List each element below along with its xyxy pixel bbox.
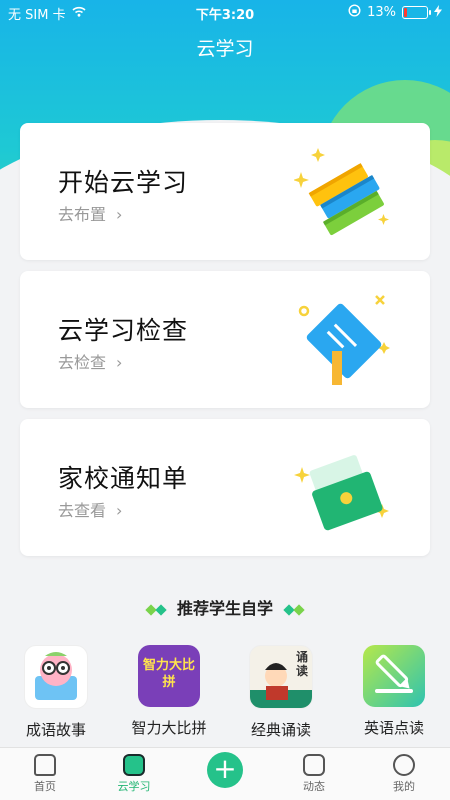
status-bar: 无 SIM 卡 下午3:20 13% xyxy=(0,0,450,24)
home-icon xyxy=(34,754,56,776)
books-icon xyxy=(294,148,389,236)
charging-icon xyxy=(434,4,442,21)
recommend-section-title: 推荐学生自学 xyxy=(0,595,450,619)
chevron-right-icon: › xyxy=(116,501,123,520)
app-english-reading[interactable]: 英语点读 xyxy=(349,645,439,738)
tab-label: 云学习 xyxy=(117,780,151,793)
app-name: 经典诵读 xyxy=(250,721,311,739)
profile-icon xyxy=(393,754,415,776)
home-school-notice-card[interactable]: 家校通知单 去查看 › xyxy=(20,419,430,556)
brain-contest-icon-text: 智力大比拼 xyxy=(142,658,195,690)
feed-icon xyxy=(303,754,325,776)
tab-feed[interactable]: 动态 xyxy=(279,754,349,794)
envelope-icon xyxy=(294,455,389,531)
classic-reading-icon-text: 诵读 xyxy=(295,650,308,678)
recommend-app-list: 成语故事 智力大比拼 智力大比拼 诵读 经典诵读 英语点读 xyxy=(0,645,450,740)
app-name: 成语故事 xyxy=(25,721,86,739)
app-name: 英语点读 xyxy=(363,719,424,737)
checklist-icon xyxy=(298,295,390,385)
card-link-label: 去查看 xyxy=(58,501,107,520)
recommend-title-text: 推荐学生自学 xyxy=(176,599,273,618)
cloud-study-icon xyxy=(123,754,145,776)
page-title: 云学习 xyxy=(196,38,254,60)
tab-label: 动态 xyxy=(303,780,325,793)
english-reading-icon xyxy=(363,645,425,707)
card-title: 家校通知单 xyxy=(58,464,189,493)
card-title: 开始云学习 xyxy=(58,168,189,197)
card-link[interactable]: 去查看 › xyxy=(58,497,122,521)
idiom-story-icon xyxy=(24,645,88,709)
card-title: 云学习检查 xyxy=(58,316,189,345)
chevron-right-icon: › xyxy=(116,205,123,224)
bottom-tab-bar: 首页 云学习 + 动态 我的 xyxy=(0,747,450,800)
app-brain-contest[interactable]: 智力大比拼 智力大比拼 xyxy=(124,645,214,738)
tab-cloud-study[interactable]: 云学习 xyxy=(99,754,169,794)
tab-profile[interactable]: 我的 xyxy=(369,754,439,794)
diamond-icon xyxy=(155,604,167,616)
tab-label: 我的 xyxy=(393,780,415,793)
chevron-right-icon: › xyxy=(116,353,123,372)
tab-home[interactable]: 首页 xyxy=(10,754,80,794)
tab-label: 首页 xyxy=(34,780,56,793)
classic-reading-icon: 诵读 xyxy=(249,645,313,709)
card-link[interactable]: 去检查 › xyxy=(58,349,122,373)
add-button[interactable]: + xyxy=(207,752,243,788)
brain-contest-icon: 智力大比拼 xyxy=(138,645,200,707)
start-study-card[interactable]: 开始云学习 去布置 › xyxy=(20,123,430,260)
rotation-lock-icon xyxy=(348,4,361,21)
app-name: 智力大比拼 xyxy=(131,719,207,737)
app-idiom-story[interactable]: 成语故事 xyxy=(11,645,101,740)
card-link-label: 去布置 xyxy=(58,205,107,224)
card-link-label: 去检查 xyxy=(58,353,107,372)
battery-percent: 13% xyxy=(367,5,396,20)
diamond-icon xyxy=(293,604,305,616)
study-check-card[interactable]: 云学习检查 去检查 › xyxy=(20,271,430,408)
battery-icon xyxy=(402,6,431,19)
app-classic-reading[interactable]: 诵读 经典诵读 xyxy=(236,645,326,740)
card-link[interactable]: 去布置 › xyxy=(58,201,122,225)
plus-icon: + xyxy=(213,752,237,785)
